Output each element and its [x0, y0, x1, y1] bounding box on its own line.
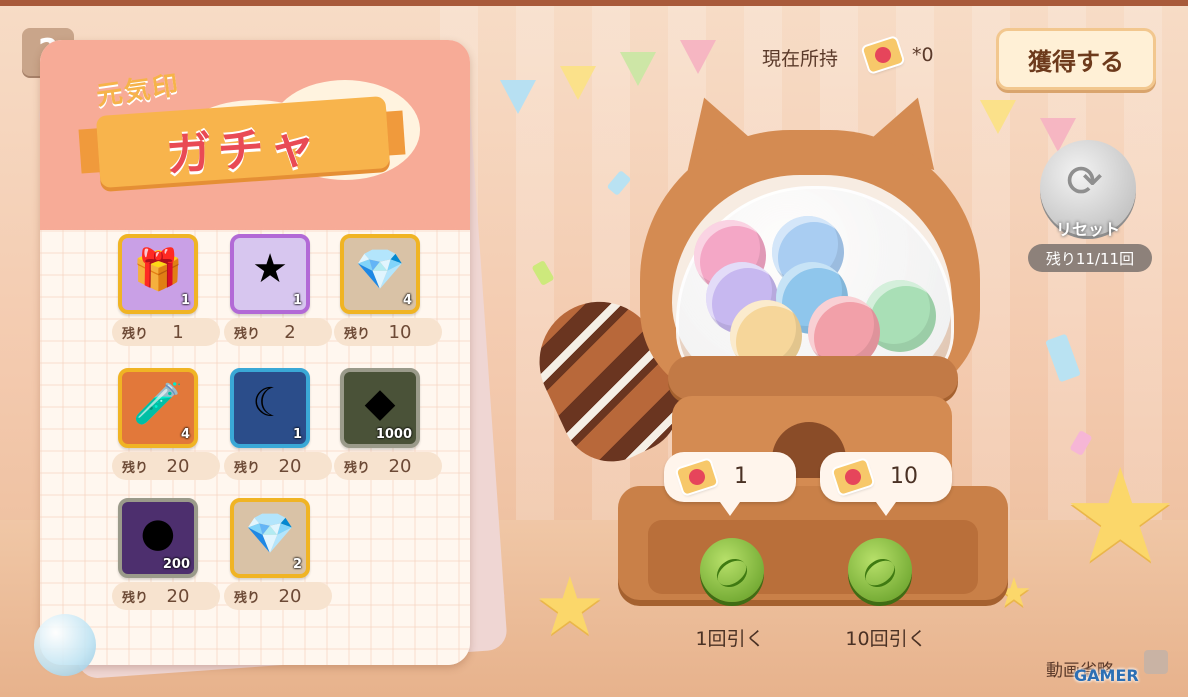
- star-decoration: ★: [1062, 440, 1179, 592]
- item-frame: ● 200: [118, 498, 198, 578]
- item-remaining: 残り 10: [334, 318, 442, 346]
- item-frame: ◆ 1000: [340, 368, 420, 448]
- ten-cost: 10: [890, 464, 918, 489]
- reward-item-rainbow-crystal[interactable]: 💎 4 残り 10: [334, 234, 444, 354]
- pull-10-button[interactable]: [848, 538, 912, 602]
- reward-item-prism-crystal[interactable]: 💎 2 残り 20: [224, 498, 334, 618]
- remaining-label: 残り: [122, 590, 149, 606]
- item-frame: ★ 1: [230, 234, 310, 314]
- reward-item-purple-orb[interactable]: ● 200 残り 20: [112, 498, 222, 618]
- gacha-scene: ★ ★ ★ ? 元気印 ガチャ 🎁1残り1★1残り2💎4残り10🧪4残り20☾1…: [0, 0, 1188, 697]
- item-frame: 🧪 4: [118, 368, 198, 448]
- bunting-flag: [620, 52, 656, 86]
- remaining-value: 20: [166, 455, 190, 477]
- remaining-label: 残り: [234, 460, 261, 476]
- remaining-value: 10: [388, 321, 412, 343]
- item-quantity: 1000: [375, 427, 412, 442]
- item-remaining: 残り 2: [224, 318, 332, 346]
- pull-1-button[interactable]: [700, 538, 764, 602]
- reset-button[interactable]: ⟳ リセット: [1040, 140, 1136, 239]
- remaining-value: 20: [388, 455, 412, 477]
- remaining-value: 20: [166, 585, 190, 607]
- bunting-flag: [500, 80, 536, 114]
- remaining-value: 1: [172, 321, 184, 343]
- gift-box-icon: 🎁: [133, 246, 183, 293]
- remaining-label: 残り: [344, 326, 371, 342]
- remaining-value: 2: [284, 321, 296, 343]
- reset-label: リセット: [1055, 220, 1120, 239]
- single-cost-bubble: 1: [664, 452, 796, 516]
- crescent-moon-icon: ☾: [252, 380, 288, 426]
- item-quantity: 2: [292, 557, 302, 572]
- remaining-label: 残り: [122, 460, 149, 476]
- item-quantity: 1: [292, 427, 302, 442]
- bunting-flag: [980, 100, 1016, 134]
- item-remaining: 残り 20: [224, 582, 332, 610]
- item-remaining: 残り 20: [224, 452, 332, 480]
- single-cost: 1: [734, 464, 748, 489]
- reward-item-red-potion[interactable]: 🧪 4 残り 20: [112, 368, 222, 488]
- reward-item-gift-box[interactable]: 🎁 1 残り 1: [112, 234, 222, 354]
- remaining-value: 20: [278, 585, 302, 607]
- owned-label: 現在所持: [762, 48, 839, 70]
- item-frame: 💎 2: [230, 498, 310, 578]
- dome-collar: [668, 356, 958, 400]
- bunting-flag: [560, 66, 596, 100]
- remaining-value: 20: [278, 455, 302, 477]
- bubble-orb: [34, 614, 96, 676]
- remaining-label: 残り: [122, 326, 149, 342]
- ticket-icon: [676, 459, 718, 495]
- red-potion-icon: 🧪: [133, 380, 183, 427]
- reward-item-star-stone[interactable]: ★ 1 残り 2: [224, 234, 334, 354]
- star-stone-icon: ★: [252, 246, 288, 292]
- prism-crystal-icon: 💎: [245, 510, 295, 557]
- item-frame: 💎 4: [340, 234, 420, 314]
- item-quantity: 200: [162, 557, 190, 572]
- item-quantity: 1: [292, 293, 302, 308]
- item-frame: 🎁 1: [118, 234, 198, 314]
- purple-orb-icon: ●: [140, 510, 176, 556]
- item-quantity: 1: [180, 293, 190, 308]
- refresh-icon: ⟳: [1066, 156, 1103, 207]
- pull-1-label: 1回引く: [695, 628, 765, 650]
- pull-10-label: 10回引く: [845, 628, 927, 650]
- top-frame: [0, 0, 1188, 6]
- remaining-label: 残り: [344, 460, 371, 476]
- reward-item-green-gem[interactable]: ◆ 1000 残り 20: [334, 368, 444, 488]
- remaining-label: 残り: [234, 590, 261, 606]
- rainbow-crystal-icon: 💎: [355, 246, 405, 293]
- reset-remaining-badge: 残り11/11回: [1028, 244, 1152, 272]
- machine-base-panel: [648, 520, 978, 594]
- bunting-flag: [680, 40, 716, 74]
- item-quantity: 4: [180, 427, 190, 442]
- item-frame: ☾ 1: [230, 368, 310, 448]
- reward-item-crescent-moon[interactable]: ☾ 1 残り 20: [224, 368, 334, 488]
- get-tickets-button[interactable]: 獲得する: [996, 28, 1156, 90]
- owned-count: *0: [912, 44, 934, 66]
- item-remaining: 残り 20: [112, 582, 220, 610]
- remaining-label: 残り: [234, 326, 261, 342]
- skip-video-checkbox[interactable]: [1144, 650, 1168, 674]
- item-remaining: 残り 1: [112, 318, 220, 346]
- item-remaining: 残り 20: [334, 452, 442, 480]
- ticket-icon: [832, 459, 874, 495]
- ten-cost-bubble: 10: [820, 452, 952, 516]
- star-decoration: ★: [534, 560, 606, 653]
- watermark: GAMER: [1074, 666, 1139, 685]
- item-quantity: 4: [402, 293, 412, 308]
- green-gem-icon: ◆: [364, 380, 396, 426]
- item-remaining: 残り 20: [112, 452, 220, 480]
